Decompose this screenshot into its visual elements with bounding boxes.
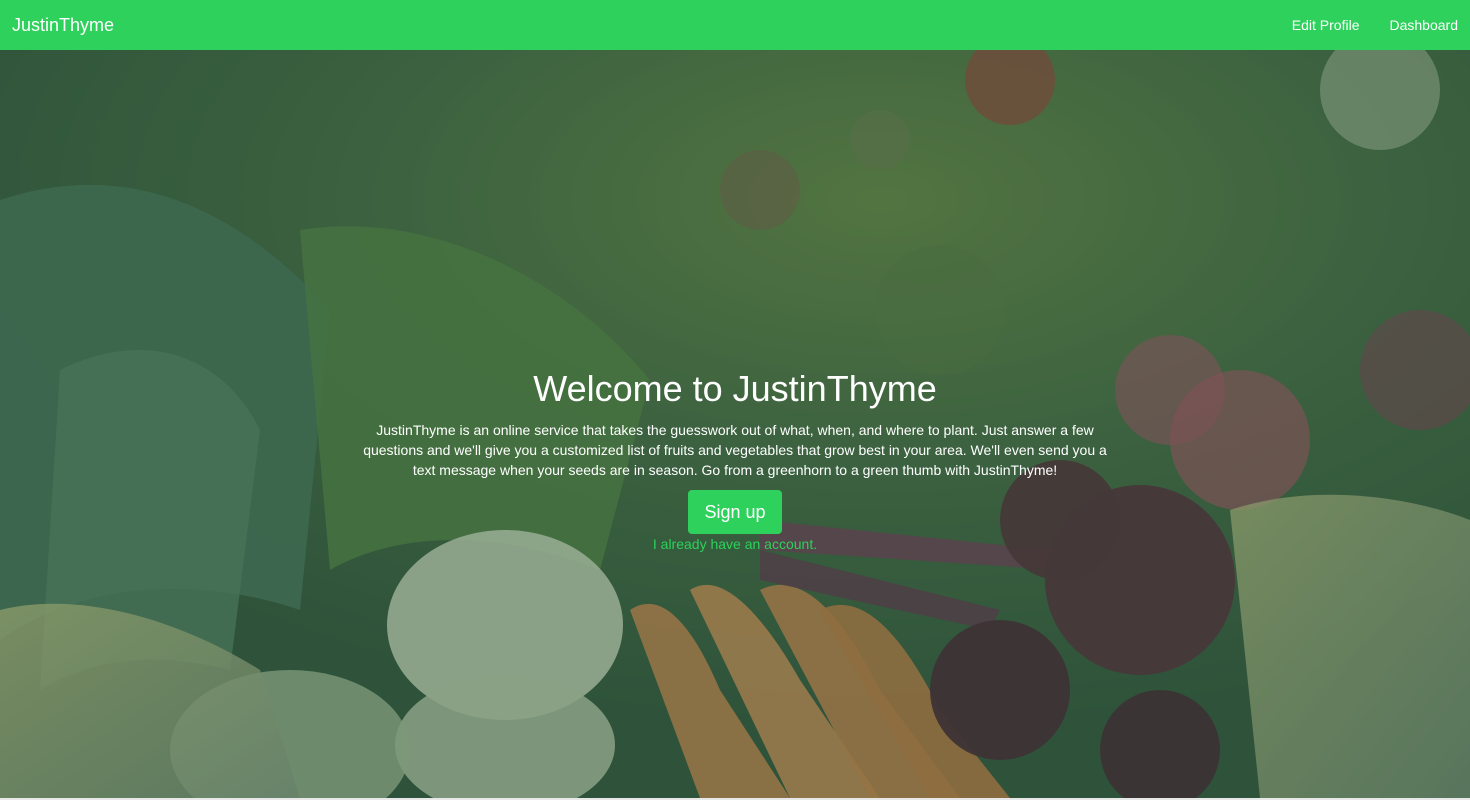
edit-profile-link[interactable]: Edit Profile	[1292, 17, 1360, 33]
hero-content: Welcome to JustinThyme JustinThyme is an…	[360, 368, 1110, 552]
brand-link[interactable]: JustinThyme	[12, 15, 114, 36]
hero-title: Welcome to JustinThyme	[533, 368, 937, 409]
hero-section: Welcome to JustinThyme JustinThyme is an…	[0, 50, 1470, 798]
dashboard-link[interactable]: Dashboard	[1390, 17, 1459, 33]
hero-description: JustinThyme is an online service that ta…	[363, 422, 1107, 478]
nav-links: Edit Profile Dashboard	[1262, 17, 1458, 33]
existing-account-link[interactable]: I already have an account.	[360, 536, 1110, 552]
signup-button[interactable]: Sign up	[688, 490, 782, 534]
top-navbar: JustinThyme Edit Profile Dashboard	[0, 0, 1470, 50]
